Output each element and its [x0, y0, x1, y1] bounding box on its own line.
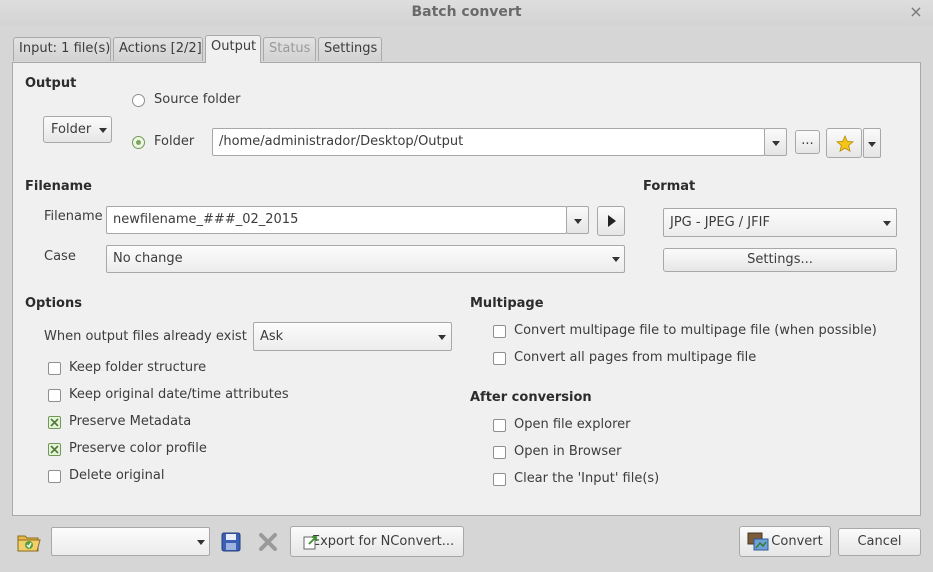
browse-folder-button[interactable]: ...: [795, 130, 820, 154]
chevron-down-icon: [612, 257, 620, 262]
preserve-color-profile-checkbox[interactable]: [48, 443, 61, 456]
output-mode-button[interactable]: Folder: [43, 116, 112, 143]
window-title: Batch convert: [411, 4, 522, 20]
format-select-value: JPG - JPEG / JFIF: [670, 215, 770, 230]
convert-label: Convert: [771, 534, 823, 549]
multipage-to-multipage-label: Convert multipage file to multipage file…: [514, 323, 877, 338]
format-section-title: Format: [643, 179, 696, 194]
tab-input[interactable]: Input: 1 file(s): [13, 37, 111, 61]
clear-input-files-checkbox[interactable]: [493, 473, 506, 486]
keep-folder-structure-checkbox[interactable]: [48, 362, 61, 375]
preserve-metadata-checkbox[interactable]: [48, 416, 61, 429]
folder-history-dropdown[interactable]: [764, 128, 787, 156]
keep-date-time-label: Keep original date/time attributes: [69, 387, 289, 402]
chevron-down-icon: [438, 335, 446, 340]
tab-status: Status: [263, 37, 316, 61]
format-settings-button[interactable]: Settings...: [663, 248, 897, 272]
export-nconvert-label: Export for NConvert...: [311, 534, 455, 549]
convert-icon: [747, 532, 769, 551]
filename-variables-button[interactable]: [597, 206, 625, 236]
favorites-button[interactable]: [826, 128, 862, 158]
load-settings-button[interactable]: [16, 529, 42, 555]
close-icon[interactable]: ×: [906, 2, 926, 22]
preserve-color-profile-label: Preserve color profile: [69, 441, 207, 456]
options-section-title: Options: [25, 296, 82, 311]
open-folder-icon: [17, 535, 41, 552]
tab-settings[interactable]: Settings: [318, 37, 382, 61]
chevron-down-icon: [868, 142, 876, 147]
play-icon: [608, 215, 616, 227]
tab-actions[interactable]: Actions [2/2]: [113, 37, 203, 61]
tab-output[interactable]: Output: [205, 35, 261, 63]
presets-select[interactable]: [51, 527, 210, 556]
folder-radio[interactable]: [132, 136, 145, 149]
open-in-browser-checkbox[interactable]: [493, 446, 506, 459]
save-disk-icon: [221, 532, 241, 552]
favorites-dropdown[interactable]: [863, 128, 881, 158]
open-file-explorer-checkbox[interactable]: [493, 419, 506, 432]
after-conversion-section-title: After conversion: [470, 390, 592, 405]
convert-all-pages-label: Convert all pages from multipage file: [514, 350, 757, 365]
delete-original-label: Delete original: [69, 468, 165, 483]
source-folder-label: Source folder: [154, 92, 241, 107]
output-exists-value: Ask: [260, 329, 284, 344]
delete-preset-button[interactable]: [257, 531, 279, 553]
output-exists-label: When output files already exist: [44, 329, 247, 344]
delete-x-icon: [259, 533, 277, 551]
filename-history-dropdown[interactable]: [566, 206, 589, 234]
delete-original-checkbox[interactable]: [48, 470, 61, 483]
format-select[interactable]: JPG - JPEG / JFIF: [663, 208, 897, 237]
clear-input-files-label: Clear the 'Input' file(s): [514, 471, 660, 486]
output-exists-select[interactable]: Ask: [253, 322, 452, 351]
filename-label: Filename: [44, 209, 103, 224]
preserve-metadata-label: Preserve Metadata: [69, 414, 192, 429]
output-folder-input[interactable]: /home/administrador/Desktop/Output: [212, 128, 765, 156]
keep-folder-structure-label: Keep folder structure: [69, 360, 207, 375]
multipage-section-title: Multipage: [470, 296, 544, 311]
check-mark-icon: [50, 445, 59, 454]
chevron-down-icon: [197, 540, 205, 545]
export-icon: [303, 536, 317, 550]
save-preset-button[interactable]: [220, 531, 242, 553]
output-section-title: Output: [25, 76, 77, 91]
open-in-browser-label: Open in Browser: [514, 444, 622, 459]
case-label: Case: [44, 249, 76, 264]
check-mark-icon: [50, 418, 59, 427]
open-file-explorer-label: Open file explorer: [514, 417, 631, 432]
case-select-value: No change: [113, 251, 183, 266]
keep-date-time-checkbox[interactable]: [48, 389, 61, 402]
filename-input[interactable]: newfilename_###_02_2015: [106, 206, 567, 234]
source-folder-radio[interactable]: [132, 94, 145, 107]
output-mode-label: Folder: [51, 122, 92, 137]
chevron-down-icon: [883, 221, 891, 226]
multipage-to-multipage-checkbox[interactable]: [493, 325, 506, 338]
chevron-down-icon: [772, 141, 780, 146]
case-select[interactable]: No change: [106, 245, 625, 273]
convert-all-pages-checkbox[interactable]: [493, 352, 506, 365]
star-icon: [836, 135, 854, 153]
cancel-button[interactable]: Cancel: [838, 528, 921, 556]
filename-section-title: Filename: [25, 179, 92, 194]
chevron-down-icon: [574, 219, 582, 224]
convert-button[interactable]: Convert: [739, 526, 831, 557]
chevron-down-icon: [99, 128, 107, 133]
folder-label: Folder: [154, 134, 195, 149]
export-nconvert-button[interactable]: Export for NConvert...: [290, 526, 464, 557]
